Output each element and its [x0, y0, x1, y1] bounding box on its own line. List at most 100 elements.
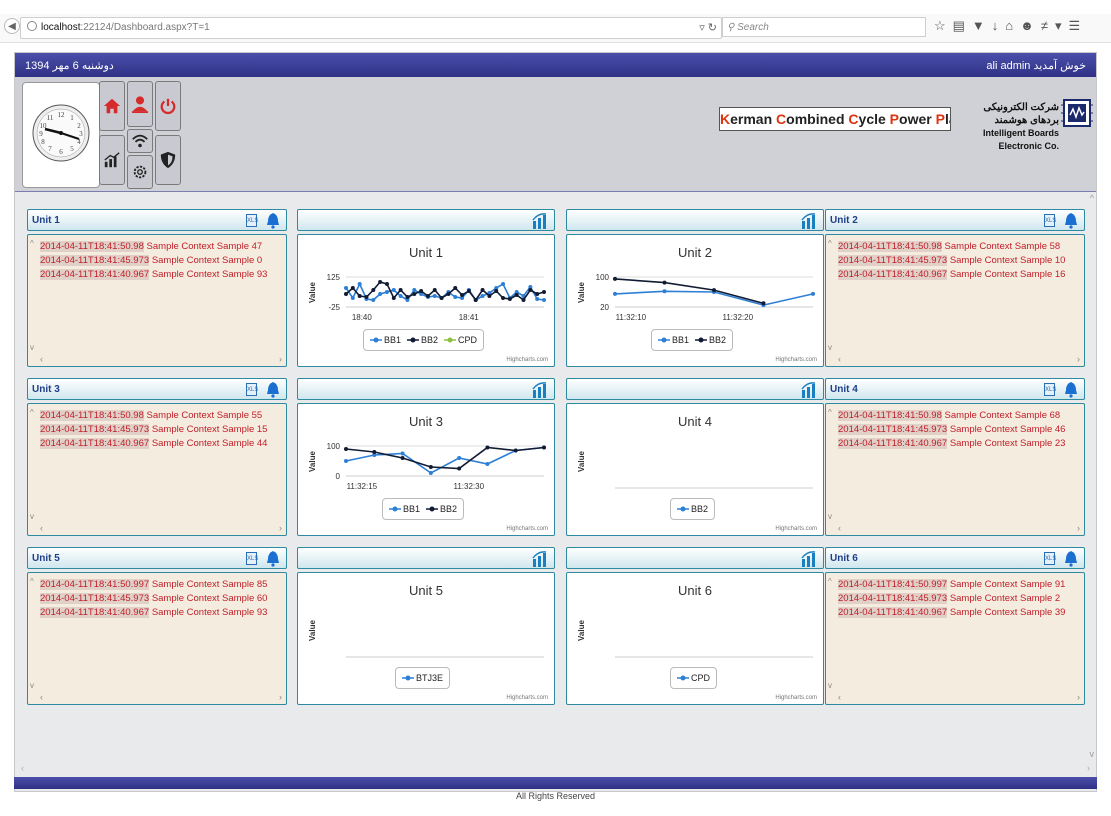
- svg-text:3: 3: [79, 130, 83, 138]
- page-scroll-up[interactable]: ^: [1090, 193, 1094, 203]
- log-entry: 2014-04-11T18:41:50.98 Sample Context Sa…: [40, 410, 262, 421]
- excel-export-icon[interactable]: XLS: [1044, 383, 1056, 396]
- scroll-down-arrow[interactable]: v: [828, 681, 832, 690]
- log-message: Sample Context Sample 85: [151, 579, 268, 590]
- scroll-down-arrow[interactable]: v: [30, 512, 34, 521]
- legend-item[interactable]: BB2: [695, 330, 726, 350]
- excel-export-icon[interactable]: XLS: [1044, 552, 1056, 565]
- legend-item[interactable]: BB1: [370, 330, 401, 350]
- scroll-right-arrow[interactable]: ›: [279, 523, 282, 533]
- security-button[interactable]: [155, 135, 181, 185]
- power-button[interactable]: [155, 81, 181, 131]
- header: 12 1 2 3 4567 8 9 10 11 Kerman Combined …: [15, 77, 1096, 192]
- legend-item[interactable]: CPD: [444, 330, 477, 350]
- legend-item[interactable]: CPD: [677, 668, 710, 688]
- highcharts-credit[interactable]: Highcharts.com: [506, 357, 548, 363]
- highcharts-credit[interactable]: Highcharts.com: [775, 357, 817, 363]
- excel-export-icon[interactable]: XLS: [1044, 214, 1056, 227]
- scroll-up-arrow[interactable]: ^: [828, 239, 832, 248]
- wifi-button[interactable]: [127, 129, 153, 153]
- chart-legend[interactable]: BB1 BB2: [382, 498, 465, 520]
- scroll-up-arrow[interactable]: ^: [828, 577, 832, 586]
- scroll-up-arrow[interactable]: ^: [30, 408, 34, 417]
- chart-legend[interactable]: BB1 BB2 CPD: [363, 329, 485, 351]
- scroll-right-arrow[interactable]: ›: [279, 354, 282, 364]
- legend-item[interactable]: BB2: [407, 330, 438, 350]
- chart-legend[interactable]: BB1 BB2: [651, 329, 734, 351]
- scroll-down-arrow[interactable]: v: [828, 512, 832, 521]
- scroll-right-arrow[interactable]: ›: [279, 692, 282, 702]
- legend-item[interactable]: BTJ3E: [402, 668, 443, 688]
- scroll-right-arrow[interactable]: ›: [1077, 354, 1080, 364]
- log-timestamp: 2014-04-11T18:41:45.973: [838, 593, 948, 604]
- reload-icon[interactable]: ▿ ↻: [699, 18, 717, 38]
- excel-export-icon[interactable]: XLS: [246, 383, 258, 396]
- highcharts-credit[interactable]: Highcharts.com: [775, 526, 817, 532]
- log-message: Sample Context Sample 58: [944, 241, 1061, 252]
- browser-nav-icons[interactable]: ☆▤▼↓⌂☻≠▾☰: [934, 18, 1087, 34]
- highcharts-credit[interactable]: Highcharts.com: [506, 695, 548, 701]
- company-name: شرکت الکترونیکی بردهای هوشمند Intelligen…: [953, 101, 1059, 153]
- scroll-down-arrow[interactable]: v: [30, 343, 34, 352]
- excel-export-icon[interactable]: XLS: [246, 214, 258, 227]
- log-timestamp: 2014-04-11T18:41:45.973: [838, 255, 948, 266]
- wifi-icon: [132, 134, 148, 148]
- home-button[interactable]: [99, 81, 125, 131]
- log-timestamp: 2014-04-11T18:41:50.997: [40, 579, 150, 590]
- scroll-left-arrow[interactable]: ‹: [40, 523, 43, 533]
- scroll-up-arrow[interactable]: ^: [30, 239, 34, 248]
- svg-text:6: 6: [59, 148, 63, 156]
- page-horizontal-scrollbar[interactable]: ‹ ›: [15, 763, 1096, 775]
- chart-legend[interactable]: BTJ3E: [395, 667, 451, 689]
- chart-legend[interactable]: BB2: [670, 498, 716, 520]
- reports-button[interactable]: [99, 135, 125, 185]
- scroll-up-arrow[interactable]: ^: [828, 408, 832, 417]
- legend-item[interactable]: BB1: [389, 499, 420, 519]
- highcharts-credit[interactable]: Highcharts.com: [506, 526, 548, 532]
- panel-header: [566, 209, 824, 231]
- scroll-left-arrow[interactable]: ‹: [40, 692, 43, 702]
- settings-button[interactable]: [127, 155, 153, 189]
- scroll-left-arrow[interactable]: ‹: [40, 354, 43, 364]
- analog-clock: 12 1 2 3 4567 8 9 10 11: [22, 82, 100, 188]
- log-timestamp: 2014-04-11T18:41:45.973: [40, 255, 150, 266]
- data-point: [384, 282, 389, 286]
- page-scroll-down[interactable]: v: [1090, 749, 1095, 759]
- user-button[interactable]: [127, 81, 153, 127]
- address-bar[interactable]: localhost:22124/Dashboard.aspx?T=1 ▿ ↻: [20, 17, 722, 39]
- log-timestamp: 2014-04-11T18:41:40.967: [838, 438, 948, 449]
- log-panel: Unit 5 XLS 2014-04-11T18:41:50.997 Sample …: [27, 547, 287, 705]
- excel-export-icon[interactable]: XLS: [246, 552, 258, 565]
- log-timestamp: 2014-04-11T18:41:50.98: [40, 410, 144, 421]
- highcharts-credit[interactable]: Highcharts.com: [775, 695, 817, 701]
- log-message: Sample Context Sample 44: [151, 438, 268, 449]
- scroll-up-arrow[interactable]: ^: [30, 577, 34, 586]
- bell-icon: [1065, 213, 1077, 229]
- chart-legend[interactable]: CPD: [670, 667, 718, 689]
- scroll-left-arrow[interactable]: ‹: [838, 354, 841, 364]
- y-tick-label: 125: [327, 273, 341, 282]
- site-info-icon[interactable]: [27, 21, 37, 31]
- legend-label: CPD: [691, 673, 711, 683]
- search-input[interactable]: ⚲ Search: [722, 17, 926, 37]
- log-timestamp: 2014-04-11T18:41:45.973: [40, 593, 150, 604]
- legend-marker: [370, 337, 382, 343]
- legend-marker: [426, 506, 439, 512]
- log-timestamp: 2014-04-11T18:41:50.98: [40, 241, 144, 252]
- legend-item[interactable]: BB2: [426, 499, 457, 519]
- panel-header: Unit 4 XLS: [825, 378, 1085, 400]
- panel-title: Unit 6: [830, 553, 858, 564]
- scroll-down-arrow[interactable]: v: [828, 343, 832, 352]
- legend-item[interactable]: BB1: [658, 330, 689, 350]
- scroll-left-arrow[interactable]: ‹: [838, 523, 841, 533]
- back-button[interactable]: ◀: [4, 18, 20, 34]
- legend-item[interactable]: BB2: [677, 499, 708, 519]
- scroll-right-arrow[interactable]: ›: [1077, 523, 1080, 533]
- scroll-down-arrow[interactable]: v: [30, 681, 34, 690]
- data-point: [378, 292, 383, 296]
- scroll-left-arrow[interactable]: ‹: [838, 692, 841, 702]
- x-tick-label: 11:32:30: [453, 482, 484, 491]
- log-entry: 2014-04-11T18:41:40.967 Sample Context S…: [40, 607, 267, 618]
- legend-marker: [444, 337, 457, 343]
- scroll-right-arrow[interactable]: ›: [1077, 692, 1080, 702]
